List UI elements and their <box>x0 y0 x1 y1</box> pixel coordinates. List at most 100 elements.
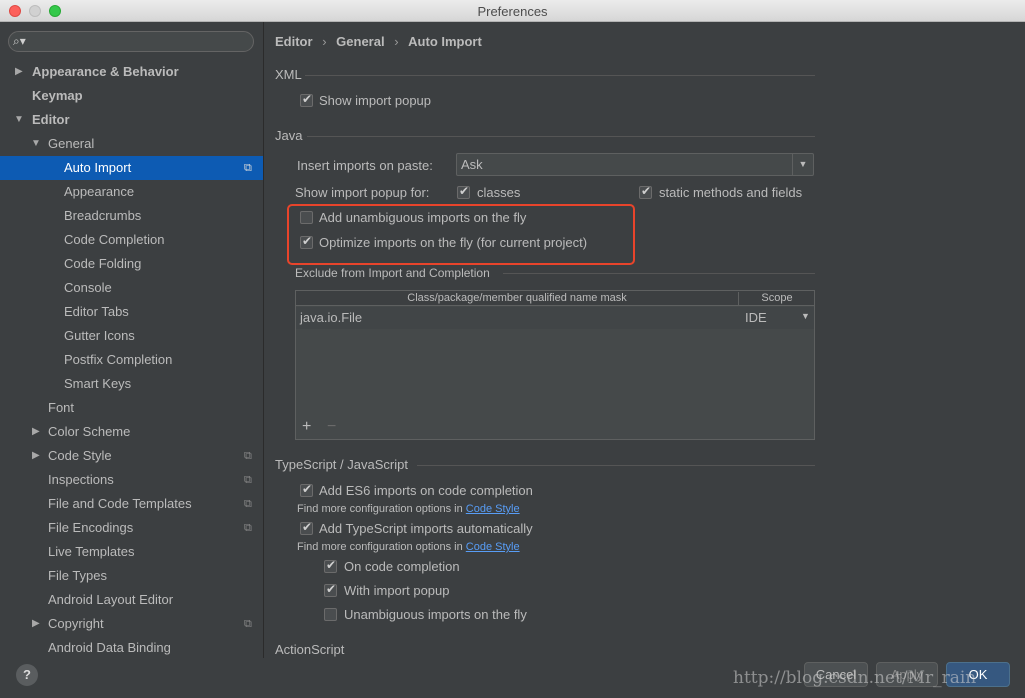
optimize-imports-checkbox[interactable] <box>300 234 313 249</box>
table-toolbar: + − <box>296 417 814 439</box>
settings-sidebar: ⌕▾ ▶ Appearance & Behavior Keymap ▼ Edit… <box>0 22 264 658</box>
sidebar-item-console[interactable]: Console <box>0 276 263 300</box>
section-xml-label: XML <box>275 67 302 82</box>
project-settings-icon: ⧉ <box>244 522 252 534</box>
project-settings-icon: ⧉ <box>244 162 252 174</box>
sidebar-item-keymap[interactable]: Keymap <box>0 84 263 108</box>
breadcrumb-general: General <box>336 34 385 49</box>
mask-cell[interactable]: java.io.File <box>300 310 362 325</box>
sidebar-item-color-scheme[interactable]: ▶ Color Scheme <box>0 420 263 444</box>
add-typescript-imports-checkbox[interactable] <box>300 520 313 535</box>
sidebar-item-code-style[interactable]: ▶ Code Style ⧉ <box>0 444 263 468</box>
remove-icon[interactable]: − <box>327 418 336 436</box>
chevron-down-icon[interactable]: ▼ <box>801 311 810 321</box>
column-scope-header[interactable]: Scope <box>740 292 814 304</box>
table-row[interactable]: java.io.File IDE ▼ <box>296 307 814 329</box>
help-button[interactable]: ? <box>16 664 38 686</box>
sidebar-item-appearance[interactable]: Appearance <box>0 180 263 204</box>
classes-label[interactable]: classes <box>477 185 520 200</box>
optimize-imports-label[interactable]: Optimize imports on the fly (for current… <box>319 235 587 250</box>
section-divider <box>305 75 815 76</box>
section-java-label: Java <box>275 128 303 143</box>
sidebar-item-smart-keys[interactable]: Smart Keys <box>0 372 263 396</box>
expand-arrow-icon[interactable]: ▶ <box>32 444 40 468</box>
sidebar-item-android-data-binding[interactable]: Android Data Binding <box>0 636 263 658</box>
expand-arrow-icon[interactable]: ▶ <box>32 612 40 636</box>
collapse-arrow-icon[interactable]: ▼ <box>31 132 41 156</box>
add-typescript-imports-label[interactable]: Add TypeScript imports automatically <box>319 521 533 536</box>
section-divider <box>417 465 815 466</box>
sidebar-item-android-layout-editor[interactable]: Android Layout Editor <box>0 588 263 612</box>
expand-arrow-icon[interactable]: ▶ <box>15 60 23 84</box>
sidebar-item-postfix-completion[interactable]: Postfix Completion <box>0 348 263 372</box>
static-methods-checkbox[interactable] <box>639 184 652 199</box>
project-settings-icon: ⧉ <box>244 498 252 510</box>
table-header: Class/package/member qualified name mask… <box>296 291 814 306</box>
sidebar-item-editor-tabs[interactable]: Editor Tabs <box>0 300 263 324</box>
on-code-completion-label[interactable]: On code completion <box>344 559 460 574</box>
sidebar-item-inspections[interactable]: Inspections ⧉ <box>0 468 263 492</box>
section-divider <box>307 136 815 137</box>
sidebar-item-file-encodings[interactable]: File Encodings ⧉ <box>0 516 263 540</box>
collapse-arrow-icon[interactable]: ▼ <box>14 108 24 132</box>
sidebar-item-file-code-templates[interactable]: File and Code Templates ⧉ <box>0 492 263 516</box>
breadcrumb-separator: › <box>322 34 327 49</box>
sidebar-item-appearance-behavior[interactable]: ▶ Appearance & Behavior <box>0 60 263 84</box>
show-import-popup-xml-checkbox[interactable] <box>300 92 313 107</box>
title-bar: Preferences <box>0 0 1025 22</box>
find-more-text: Find more configuration options in Code … <box>297 503 520 515</box>
sidebar-item-live-templates[interactable]: Live Templates <box>0 540 263 564</box>
code-style-link[interactable]: Code Style <box>466 541 520 553</box>
insert-imports-select[interactable]: Ask ▼ <box>456 153 814 176</box>
sidebar-item-general[interactable]: ▼ General <box>0 132 263 156</box>
with-import-popup-label[interactable]: With import popup <box>344 583 450 598</box>
project-settings-icon: ⧉ <box>244 450 252 462</box>
exclude-label: Exclude from Import and Completion <box>295 266 490 280</box>
classes-checkbox[interactable] <box>457 184 470 199</box>
search-icon: ⌕▾ <box>13 34 26 48</box>
section-actionscript-label: ActionScript <box>275 642 345 657</box>
settings-search-input[interactable]: ⌕▾ <box>8 31 254 52</box>
section-divider <box>503 273 815 274</box>
sidebar-item-code-folding[interactable]: Code Folding <box>0 252 263 276</box>
add-icon[interactable]: + <box>302 418 311 436</box>
exclude-table: Class/package/member qualified name mask… <box>295 290 815 440</box>
with-import-popup-checkbox[interactable] <box>324 582 337 597</box>
breadcrumb-separator: › <box>394 34 399 49</box>
window-title: Preferences <box>477 4 548 19</box>
auto-import-settings-panel: Editor › General › Auto Import XML Show … <box>265 22 1025 658</box>
breadcrumb-editor: Editor <box>275 34 313 49</box>
add-unambiguous-imports-checkbox[interactable] <box>300 211 313 224</box>
sidebar-item-code-completion[interactable]: Code Completion <box>0 228 263 252</box>
sidebar-item-editor[interactable]: ▼ Editor <box>0 108 263 132</box>
code-style-link[interactable]: Code Style <box>466 503 520 515</box>
insert-imports-label: Insert imports on paste: <box>297 158 433 173</box>
watermark-text: http://blog.csdn.net/Mr_rain <box>733 668 977 688</box>
chevron-down-icon[interactable]: ▼ <box>792 154 813 175</box>
section-typescript-label: TypeScript / JavaScript <box>275 457 408 472</box>
breadcrumb-auto-import: Auto Import <box>408 34 482 49</box>
add-unambiguous-imports-label[interactable]: Add unambiguous imports on the fly <box>319 210 526 225</box>
breadcrumb: Editor › General › Auto Import <box>275 34 482 49</box>
sidebar-item-font[interactable]: Font <box>0 396 263 420</box>
dialog-button-bar: ? Cancel Apply OK http://blog.csdn.net/M… <box>0 658 1025 698</box>
unambiguous-imports-label[interactable]: Unambiguous imports on the fly <box>344 607 527 622</box>
sidebar-item-copyright[interactable]: ▶ Copyright ⧉ <box>0 612 263 636</box>
sidebar-item-file-types[interactable]: File Types <box>0 564 263 588</box>
project-settings-icon: ⧉ <box>244 618 252 630</box>
sidebar-item-gutter-icons[interactable]: Gutter Icons <box>0 324 263 348</box>
project-settings-icon: ⧉ <box>244 474 252 486</box>
sidebar-item-auto-import[interactable]: Auto Import ⧉ <box>0 156 263 180</box>
unambiguous-imports-checkbox[interactable] <box>324 608 337 621</box>
find-more-text: Find more configuration options in Code … <box>297 541 520 553</box>
column-mask-header[interactable]: Class/package/member qualified name mask <box>296 292 739 306</box>
on-code-completion-checkbox[interactable] <box>324 558 337 573</box>
show-popup-for-label: Show import popup for: <box>295 185 430 200</box>
static-methods-label[interactable]: static methods and fields <box>659 185 802 200</box>
add-es6-imports-label[interactable]: Add ES6 imports on code completion <box>319 483 533 498</box>
scope-cell[interactable]: IDE <box>745 310 767 325</box>
sidebar-item-breadcrumbs[interactable]: Breadcrumbs <box>0 204 263 228</box>
expand-arrow-icon[interactable]: ▶ <box>32 420 40 444</box>
add-es6-imports-checkbox[interactable] <box>300 482 313 497</box>
show-import-popup-xml-label[interactable]: Show import popup <box>319 93 431 108</box>
